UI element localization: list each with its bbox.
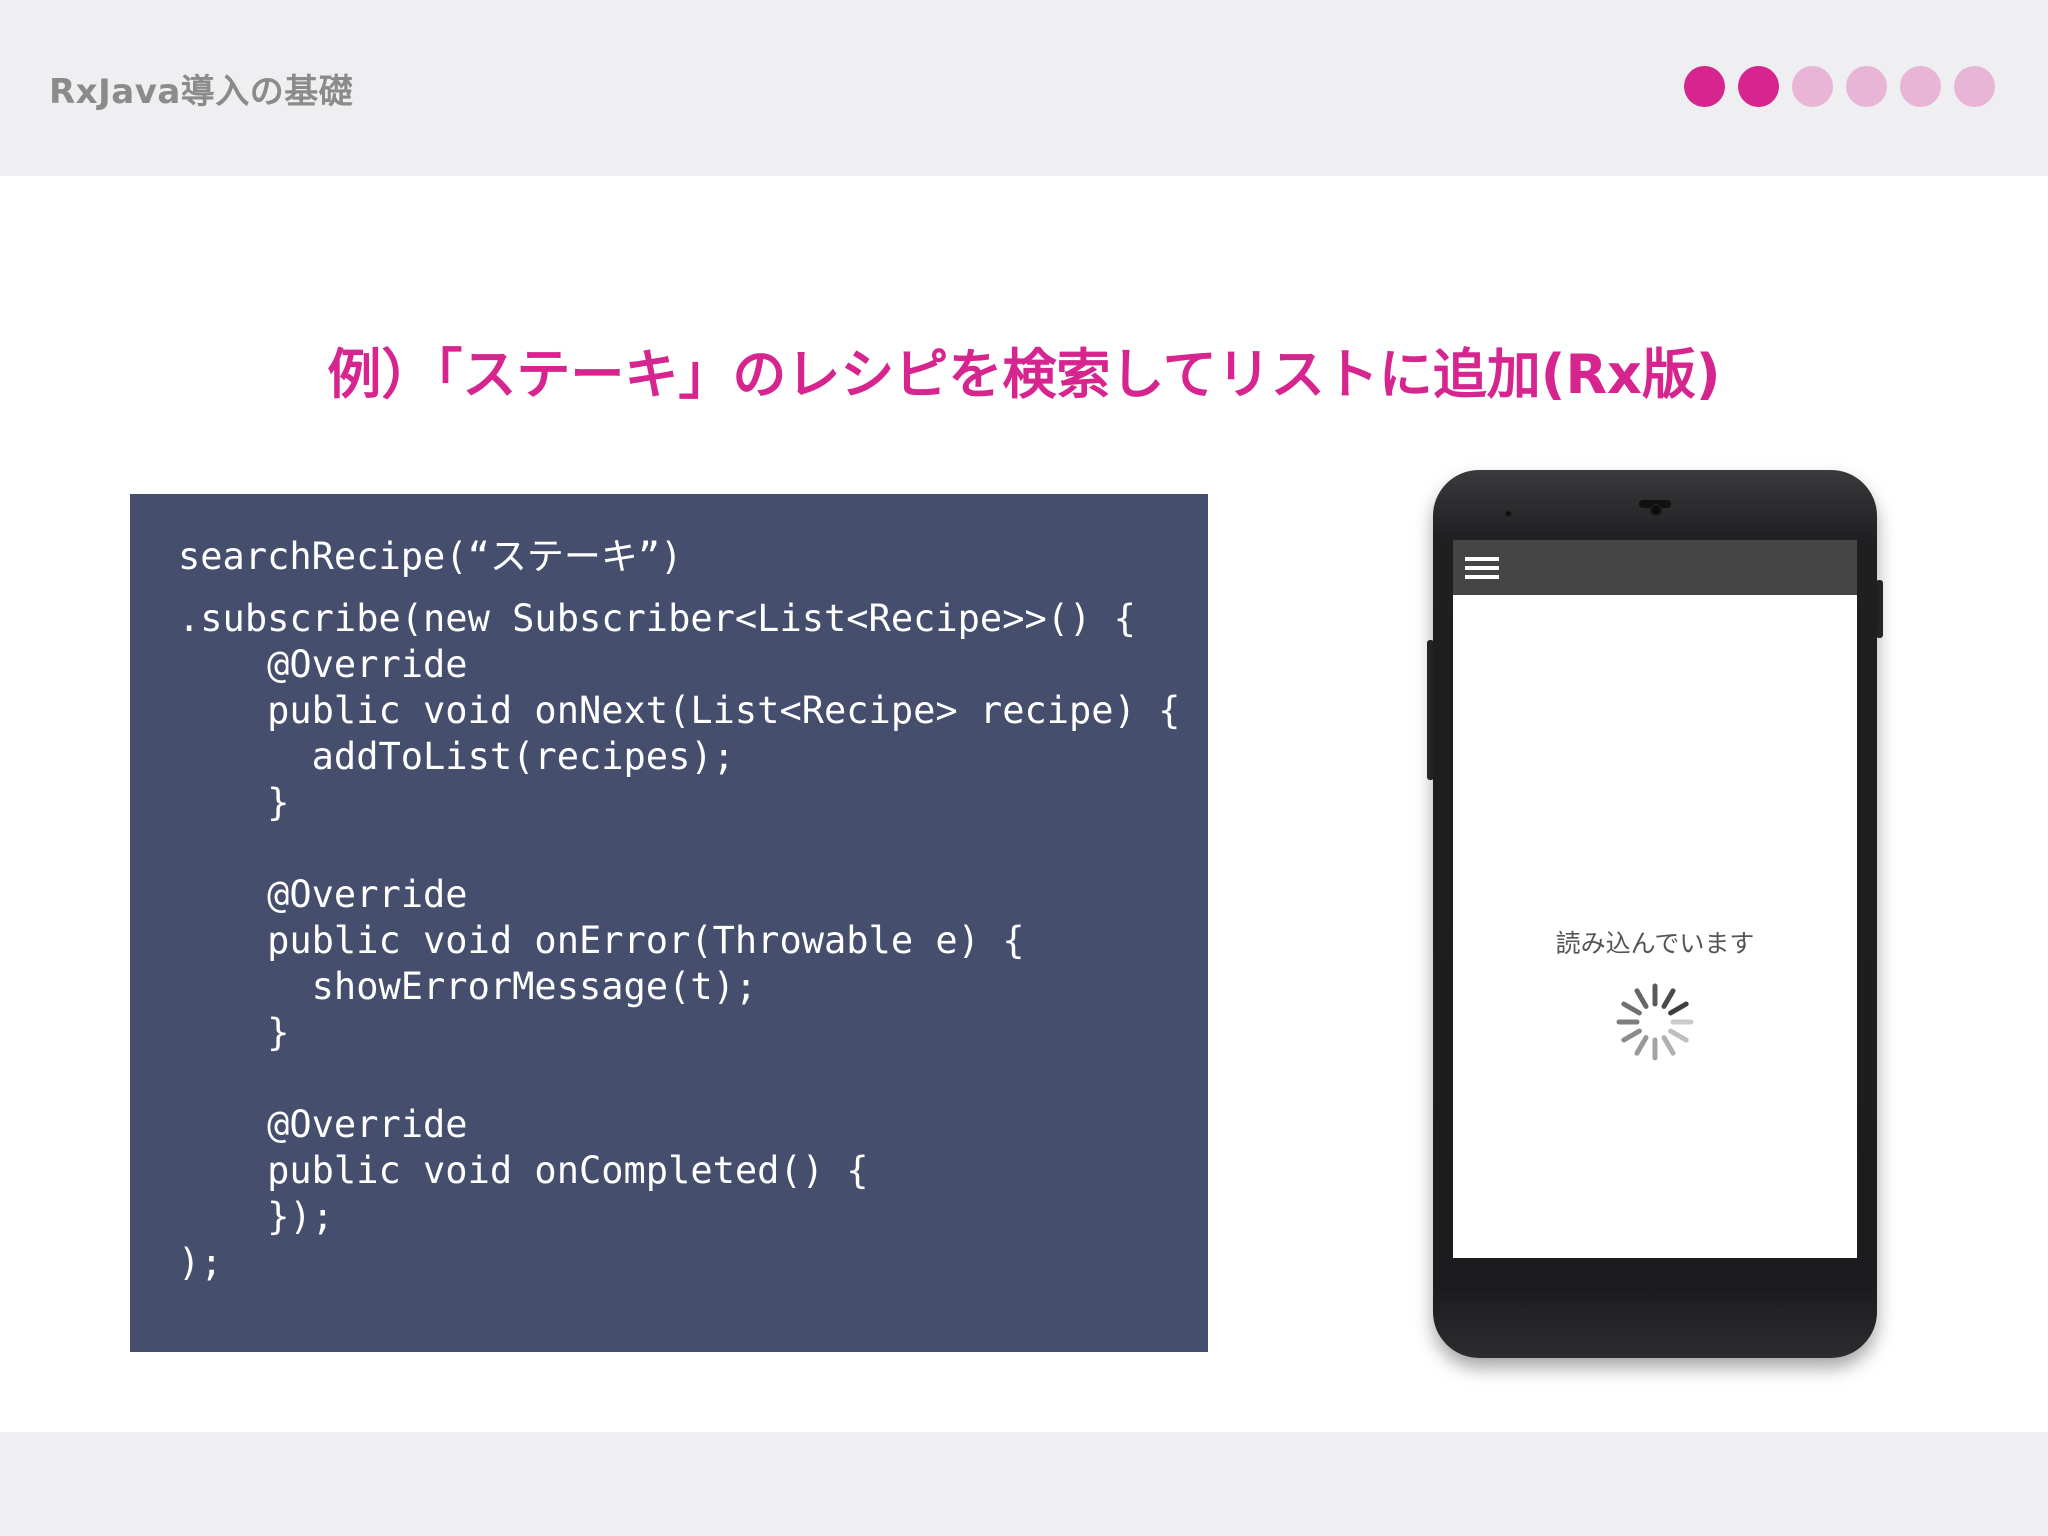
progress-dot — [1846, 66, 1887, 107]
spinner-tick — [1621, 1001, 1642, 1016]
progress-indicator — [1684, 66, 1995, 107]
code-line: showErrorMessage(t); — [178, 965, 758, 1008]
spinner-tick — [1668, 1001, 1689, 1016]
code-line: } — [178, 781, 290, 824]
code-line: .subscribe(new Subscriber<List<Recipe>>(… — [178, 597, 1136, 640]
progress-dot — [1684, 66, 1725, 107]
phone-body: 読み込んでいます — [1433, 470, 1877, 1358]
code-line: }); — [178, 1195, 334, 1238]
code-line: public void onCompleted() { — [178, 1149, 869, 1192]
loading-text: 読み込んでいます — [1555, 929, 1755, 958]
header-bar: RxJava導入の基礎 — [0, 0, 2048, 176]
footer-bar — [0, 1432, 2048, 1536]
code-line: @Override — [178, 643, 468, 686]
slide-heading: 例）「ステーキ」のレシピを検索してリストに追加(Rx版) — [327, 343, 1721, 406]
spinner-tick — [1634, 1035, 1649, 1056]
loading-spinner-icon — [1616, 983, 1694, 1061]
progress-dot — [1900, 66, 1941, 107]
code-line: ); — [178, 1241, 223, 1284]
phone-power-button — [1876, 580, 1883, 638]
spinner-tick — [1621, 1028, 1642, 1043]
deck-title: RxJava導入の基礎 — [49, 72, 354, 112]
code-line: public void onNext(List<Recipe> recipe) … — [178, 689, 1181, 732]
spinner-tick — [1661, 1035, 1676, 1056]
phone-sensor — [1505, 510, 1512, 517]
spinner-tick — [1661, 988, 1676, 1009]
slide: RxJava導入の基礎 例）「ステーキ」のレシピを検索してリストに追加(Rx版)… — [0, 0, 2048, 1536]
code-line: @Override — [178, 873, 468, 916]
phone-mockup: 読み込んでいます — [1427, 470, 1883, 1362]
phone-front-camera — [1650, 504, 1662, 516]
progress-dot — [1954, 66, 1995, 107]
code-line: @Override — [178, 1103, 468, 1146]
code-line: public void onError(Throwable e) { — [178, 919, 1025, 962]
code-line: } — [178, 1011, 290, 1054]
code-block: searchRecipe(“ステーキ”) .subscribe(new Subsc… — [130, 494, 1208, 1352]
app-bar — [1453, 540, 1857, 595]
code-line: addToList(recipes); — [178, 735, 735, 778]
code-line: searchRecipe(“ステーキ”) — [178, 535, 683, 578]
phone-screen: 読み込んでいます — [1453, 540, 1857, 1258]
spinner-tick — [1668, 1028, 1689, 1043]
progress-dot — [1792, 66, 1833, 107]
hamburger-menu-icon[interactable] — [1465, 557, 1501, 579]
spinner-tick — [1634, 988, 1649, 1009]
progress-dot — [1738, 66, 1779, 107]
